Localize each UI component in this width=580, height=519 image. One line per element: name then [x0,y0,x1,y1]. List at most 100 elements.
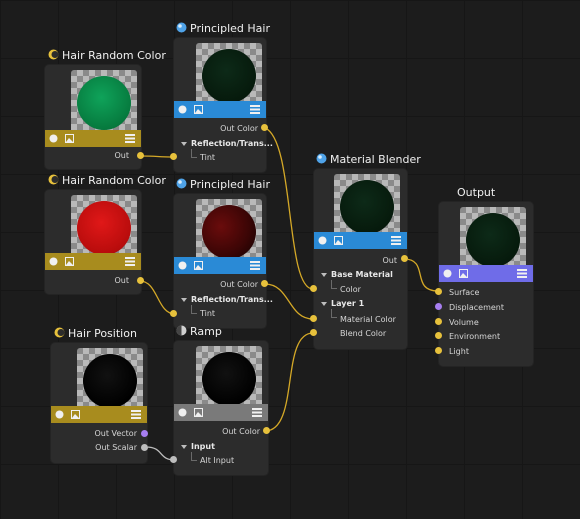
texture-header-bar [45,130,141,147]
image-icon[interactable] [334,236,343,245]
collapse-arrow-icon[interactable] [321,273,327,277]
material-icon [176,22,187,33]
node-hair-random-color-1[interactable]: Out [44,64,142,170]
input-environment-label: Environment [449,332,501,341]
collapse-arrow-icon[interactable] [181,142,187,146]
material-icon [316,153,327,164]
menu-icon[interactable] [391,236,401,245]
menu-icon[interactable] [250,105,260,114]
preview-sphere-dark-green [466,213,520,267]
ramp-header-bar [174,404,268,421]
material-preview [71,70,137,136]
node-title-material-blender[interactable]: Material Blender [316,153,421,167]
material-header-bar [314,232,407,249]
socket-out-scalar[interactable] [141,444,148,451]
image-icon[interactable] [71,410,80,419]
menu-icon[interactable] [125,257,135,266]
socket-tint[interactable] [170,310,177,317]
texture-icon [178,408,187,417]
input-surface-label: Surface [449,288,480,297]
socket-out[interactable] [137,152,144,159]
node-title-output[interactable]: Output [457,186,495,200]
image-icon[interactable] [194,105,203,114]
input-light-label: Light [449,347,469,356]
menu-icon[interactable] [252,408,262,417]
tree-connector [331,309,337,318]
socket-blend-color[interactable] [310,329,317,336]
menu-icon[interactable] [250,261,260,270]
texture-icon [49,257,58,266]
input-blend-color-label: Blend Color [340,329,387,338]
output-out-scalar-label: Out Scalar [95,443,137,452]
socket-material-color[interactable] [310,315,317,322]
node-principled-hair-2[interactable]: Out Color Reflection/Trans... Tint [173,193,273,329]
collapse-arrow-icon[interactable] [321,302,327,306]
node-title-hair-random-color-1[interactable]: Hair Random Color [48,49,166,63]
image-icon[interactable] [194,261,203,270]
menu-icon[interactable] [517,269,527,278]
material-preview [334,174,400,240]
output-out-label: Out [114,276,129,285]
material-preview [196,43,262,109]
preview-sphere-dark-red [202,205,256,259]
input-displacement-label: Displacement [449,303,504,312]
node-hair-random-color-2[interactable]: Out [44,189,142,295]
wire-hair1-to-blender-color [264,127,314,290]
texture-icon [49,134,58,143]
preview-sphere-black [83,354,137,408]
socket-out-vector[interactable] [141,430,148,437]
node-material-blender[interactable]: Out Base Material Color Layer 1 Material… [313,168,408,350]
input-material-color-label: Material Color [340,315,396,324]
preview-sphere-black [202,352,256,406]
socket-alt-input[interactable] [170,456,177,463]
group-layer-1[interactable]: Layer 1 [331,299,364,309]
menu-icon[interactable] [131,410,141,419]
texture-icon [55,410,64,419]
output-out-color-label: Out Color [222,427,260,436]
node-title-hair-position[interactable]: Hair Position [54,327,137,341]
texture-icon [48,49,59,60]
socket-surface[interactable] [435,288,442,295]
image-icon[interactable] [194,408,203,417]
image-icon[interactable] [459,269,468,278]
socket-displacement[interactable] [435,303,442,310]
socket-out-color[interactable] [263,427,270,434]
group-base-material[interactable]: Base Material [331,270,393,280]
image-icon[interactable] [65,257,74,266]
group-input[interactable]: Input [191,442,215,452]
node-title-hair-random-color-2[interactable]: Hair Random Color [48,174,166,188]
preview-sphere-dark-green [340,180,394,234]
socket-out[interactable] [401,255,408,262]
socket-environment[interactable] [435,332,442,339]
material-icon [178,105,187,114]
socket-out[interactable] [137,277,144,284]
collapse-arrow-icon[interactable] [181,445,187,449]
node-title-principled-hair-2[interactable]: Principled Hair [176,178,270,192]
ramp-icon [176,325,187,336]
socket-light[interactable] [435,347,442,354]
preview-sphere-green [77,76,131,130]
node-hair-position[interactable]: Out Vector Out Scalar [50,342,148,464]
material-preview [196,346,262,412]
socket-color[interactable] [310,285,317,292]
node-output[interactable]: Surface Displacement Volume Environment … [438,201,534,367]
wire-random2-to-tint2 [139,280,176,315]
group-reflection-transmission[interactable]: Reflection/Trans... [191,295,273,305]
socket-tint[interactable] [170,153,177,160]
socket-out-color[interactable] [261,124,268,131]
material-icon [318,236,327,245]
node-title-principled-hair-1[interactable]: Principled Hair [176,22,270,36]
socket-volume[interactable] [435,318,442,325]
output-out-label: Out [114,151,129,160]
socket-out-color[interactable] [261,280,268,287]
menu-icon[interactable] [125,134,135,143]
input-tint-label: Tint [200,153,216,162]
node-title-ramp[interactable]: Ramp [176,325,222,339]
image-icon[interactable] [65,134,74,143]
tree-connector [191,149,197,158]
tree-connector [331,280,337,289]
collapse-arrow-icon[interactable] [181,298,187,302]
node-principled-hair-1[interactable]: Out Color Reflection/Trans... Tint [173,37,273,173]
group-reflection-transmission[interactable]: Reflection/Trans... [191,139,273,149]
node-ramp[interactable]: Out Color Input Alt Input [173,340,269,476]
